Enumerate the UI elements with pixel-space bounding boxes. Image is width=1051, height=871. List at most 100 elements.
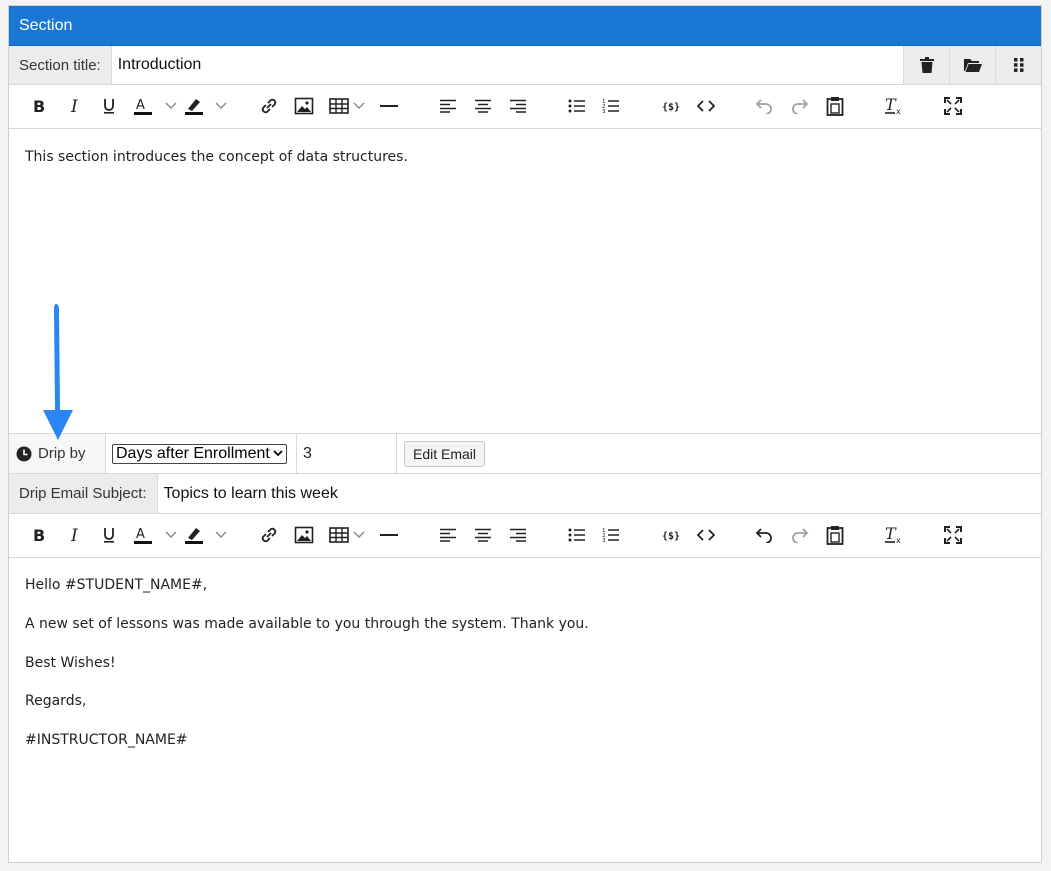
variable-button[interactable]: {$} bbox=[661, 95, 681, 117]
underline-button[interactable] bbox=[99, 524, 119, 546]
undo-button[interactable] bbox=[754, 95, 774, 117]
undo-icon bbox=[755, 528, 772, 543]
text-color-button[interactable]: A bbox=[133, 524, 153, 546]
svg-text:I: I bbox=[70, 98, 78, 114]
highlight-icon bbox=[185, 528, 203, 544]
numbered-list-button[interactable]: 123 bbox=[601, 524, 621, 546]
bold-icon: B bbox=[33, 527, 45, 543]
table-icon bbox=[329, 98, 349, 114]
horizontal-rule-icon bbox=[380, 105, 398, 107]
table-button[interactable] bbox=[329, 95, 349, 117]
bold-icon: B bbox=[33, 98, 45, 114]
svg-text:A: A bbox=[136, 98, 145, 113]
text-color-icon: A bbox=[134, 527, 152, 544]
folder-button[interactable] bbox=[949, 46, 995, 84]
svg-text:A: A bbox=[136, 527, 145, 542]
delete-button[interactable] bbox=[903, 46, 949, 84]
fullscreen-icon bbox=[944, 97, 962, 115]
paste-button[interactable] bbox=[825, 95, 845, 117]
annotation-arrow-icon bbox=[43, 304, 73, 440]
link-button[interactable] bbox=[259, 524, 279, 546]
chevron-down-icon[interactable] bbox=[353, 95, 365, 117]
fullscreen-icon bbox=[944, 526, 962, 544]
chevron-down-icon[interactable] bbox=[165, 95, 177, 117]
align-center-button[interactable] bbox=[473, 95, 493, 117]
clear-format-icon: Tx bbox=[885, 526, 901, 544]
email-subject-input[interactable]: Topics to learn this week bbox=[158, 474, 1041, 513]
align-center-button[interactable] bbox=[473, 524, 493, 546]
text-color-button[interactable]: A bbox=[133, 95, 153, 117]
align-left-button[interactable] bbox=[438, 95, 458, 117]
align-left-button[interactable] bbox=[438, 524, 458, 546]
fullscreen-button[interactable] bbox=[943, 95, 963, 117]
section-title-input[interactable]: Introduction bbox=[112, 46, 903, 84]
redo-button[interactable] bbox=[790, 95, 810, 117]
drip-select-cell: Days after Enrollment bbox=[106, 434, 297, 473]
table-icon bbox=[329, 527, 349, 543]
image-button[interactable] bbox=[294, 524, 314, 546]
email-body-line: A new set of lessons was made available … bbox=[25, 616, 589, 632]
email-body-editor[interactable]: Hello #STUDENT_NAME#, A new set of lesso… bbox=[9, 558, 1041, 858]
section-content-editor[interactable]: This section introduces the concept of d… bbox=[9, 129, 1041, 433]
align-right-button[interactable] bbox=[508, 95, 528, 117]
email-body-line: Regards, bbox=[25, 693, 87, 709]
chevron-down-icon[interactable] bbox=[353, 524, 365, 546]
redo-button[interactable] bbox=[790, 524, 810, 546]
source-code-button[interactable] bbox=[696, 95, 716, 117]
variable-button[interactable]: {$} bbox=[661, 524, 681, 546]
align-left-icon bbox=[440, 99, 456, 113]
italic-button[interactable]: I bbox=[65, 524, 85, 546]
image-button[interactable] bbox=[294, 95, 314, 117]
align-right-button[interactable] bbox=[508, 524, 528, 546]
highlight-color-button[interactable] bbox=[184, 95, 204, 117]
variable-icon: {$} bbox=[662, 102, 680, 113]
clear-format-button[interactable]: Tx bbox=[884, 95, 904, 117]
chevron-down-icon[interactable] bbox=[165, 524, 177, 546]
drip-action-cell: Edit Email bbox=[397, 434, 1041, 473]
underline-button[interactable] bbox=[99, 95, 119, 117]
align-center-icon bbox=[475, 528, 491, 542]
align-left-icon bbox=[440, 528, 456, 542]
link-button[interactable] bbox=[259, 95, 279, 117]
numbered-list-icon: 123 bbox=[602, 528, 619, 543]
table-button[interactable] bbox=[329, 524, 349, 546]
link-icon bbox=[261, 527, 277, 543]
image-icon bbox=[294, 97, 314, 115]
bulleted-list-button[interactable] bbox=[567, 95, 587, 117]
numbered-list-button[interactable]: 123 bbox=[601, 95, 621, 117]
section-title-label: Section title: bbox=[9, 46, 112, 84]
section-panel: Section Section title: Introduction B I … bbox=[8, 5, 1042, 863]
edit-email-button[interactable]: Edit Email bbox=[404, 440, 486, 467]
trash-icon bbox=[919, 57, 934, 73]
panel-header: Section bbox=[9, 6, 1041, 46]
horizontal-rule-button[interactable] bbox=[379, 524, 399, 546]
chevron-down-icon[interactable] bbox=[215, 95, 227, 117]
italic-button[interactable]: I bbox=[65, 95, 85, 117]
svg-text:x: x bbox=[896, 107, 901, 115]
bold-button[interactable]: B bbox=[29, 524, 49, 546]
source-code-icon bbox=[697, 529, 715, 541]
numbered-list-icon: 123 bbox=[602, 99, 619, 114]
editor-toolbar-email: B I A 123 {$} Tx bbox=[9, 514, 1041, 558]
horizontal-rule-button[interactable] bbox=[379, 95, 399, 117]
chevron-down-icon[interactable] bbox=[215, 524, 227, 546]
svg-text:3: 3 bbox=[602, 109, 606, 114]
clock-icon bbox=[16, 446, 32, 461]
redo-icon bbox=[792, 99, 809, 114]
source-code-button[interactable] bbox=[696, 524, 716, 546]
highlight-color-button[interactable] bbox=[184, 524, 204, 546]
drag-handle-button[interactable] bbox=[995, 46, 1041, 84]
svg-text:x: x bbox=[896, 536, 901, 544]
drip-settings-row: Drip by Days after Enrollment 3 Edit Ema… bbox=[9, 433, 1041, 474]
italic-icon: I bbox=[70, 527, 78, 543]
drip-type-select[interactable]: Days after Enrollment bbox=[112, 443, 287, 464]
svg-text:3: 3 bbox=[602, 538, 606, 543]
undo-button[interactable] bbox=[754, 524, 774, 546]
clear-format-button[interactable]: Tx bbox=[884, 524, 904, 546]
fullscreen-button[interactable] bbox=[943, 524, 963, 546]
drip-days-input[interactable]: 3 bbox=[297, 434, 397, 473]
bulleted-list-button[interactable] bbox=[567, 524, 587, 546]
bold-button[interactable]: B bbox=[29, 95, 49, 117]
paste-button[interactable] bbox=[825, 524, 845, 546]
undo-icon bbox=[755, 99, 772, 114]
